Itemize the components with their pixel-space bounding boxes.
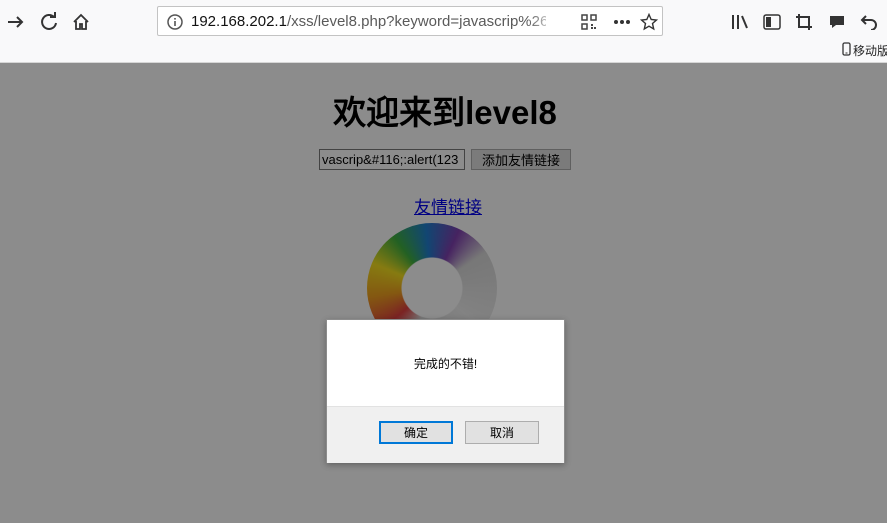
screenshot-crop-icon[interactable]	[793, 11, 815, 33]
more-actions-icon[interactable]	[612, 12, 632, 32]
qr-code-icon[interactable]	[579, 12, 599, 32]
mobile-phone-icon	[842, 41, 851, 59]
home-icon[interactable]	[69, 10, 93, 34]
bookmark-star-icon[interactable]	[639, 12, 659, 32]
chat-bubble-icon[interactable]	[826, 11, 848, 33]
ok-button[interactable]: 确定	[379, 421, 453, 444]
mobile-bookmarks-label: 移动版	[853, 43, 887, 58]
sidebar-icon[interactable]	[761, 11, 783, 33]
alert-message: 完成的不错!	[413, 357, 478, 371]
url-bar[interactable]: 192.168.202.1/xss/level8.php?keyword=jav…	[157, 6, 663, 36]
library-icon[interactable]	[729, 11, 751, 33]
cancel-button[interactable]: 取消	[465, 421, 539, 444]
mobile-bookmarks[interactable]: 移动版	[842, 41, 887, 59]
browser-toolbar: 192.168.202.1/xss/level8.php?keyword=jav…	[0, 0, 887, 63]
url-text[interactable]: 192.168.202.1/xss/level8.php?keyword=jav…	[191, 13, 546, 33]
reload-icon[interactable]	[37, 10, 61, 34]
alert-footer: 确定 取消	[327, 406, 564, 463]
forward-arrow-icon[interactable]	[4, 10, 28, 34]
alert-dialog: 完成的不错! 确定 取消	[326, 319, 565, 463]
undo-icon[interactable]	[858, 11, 880, 33]
url-fade	[528, 9, 558, 33]
info-icon[interactable]	[166, 13, 184, 31]
url-host: 192.168.202.1	[191, 13, 287, 30]
url-path: /xss/level8.php?keyword=javascrip%26%	[286, 13, 546, 30]
